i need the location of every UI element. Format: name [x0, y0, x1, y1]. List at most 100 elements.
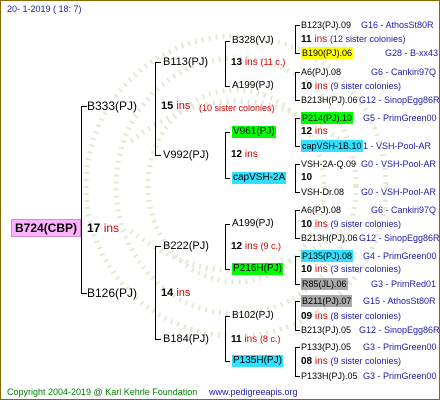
ins-count: 10	[301, 219, 313, 230]
g4-queen-name[interactable]: P133(PJ).05	[301, 341, 351, 353]
connector	[155, 339, 161, 340]
ins-label: ins	[244, 334, 258, 345]
g4-queen-name[interactable]: P135(PJ).08	[301, 250, 354, 262]
connector	[225, 86, 230, 87]
ins-count: 15	[161, 100, 174, 112]
g4-queen-name[interactable]: B211(PJ).07	[301, 295, 353, 307]
g3-ins: 10 ins (3 sister colonies)	[301, 263, 401, 276]
ins-count: 11	[301, 34, 312, 45]
sister-colonies-note: (9 sister colonies)	[330, 219, 402, 229]
g2-queen-name[interactable]: B113(PJ)	[163, 56, 208, 69]
sister-colonies-note: (9 c.)	[260, 241, 281, 251]
connector	[155, 62, 161, 63]
g4-line-info: G0 - VSH-Pool-AR	[361, 187, 437, 197]
connector	[225, 224, 226, 269]
connector	[295, 301, 300, 302]
connector	[155, 155, 161, 156]
connector	[225, 361, 230, 362]
g4-line-info: G12 - SinopEgg86R	[359, 325, 440, 335]
connector	[225, 41, 230, 42]
g4-queen-name[interactable]: B123(PJ).09	[301, 19, 351, 31]
g4-queen-name[interactable]: A6(PJ).08	[301, 66, 341, 78]
ins-label: ins	[244, 57, 258, 68]
ins-count: 10	[301, 264, 313, 275]
g4-queen-name[interactable]: B190(PJ).06	[301, 47, 354, 59]
g3-queen-name[interactable]: P135H(PJ)	[232, 355, 283, 367]
g2-ins: 12 ins (9 c.)	[231, 240, 281, 253]
g4-line-info: G6 - Cankiri97Q	[371, 205, 437, 215]
ins-count: 12	[231, 241, 243, 252]
connector	[225, 41, 226, 86]
footer-copyright: Copyright 2004-2019 @ Karl Kehrle Founda…	[7, 387, 198, 397]
g2-queen-name[interactable]: V992(PJ)	[163, 149, 209, 162]
g4-queen-name[interactable]: P133H(PJ).05	[301, 370, 358, 382]
g3-queen-name[interactable]: V961(PJ)	[232, 126, 276, 138]
g4-line-info: G5 - PrimGreen00	[363, 113, 437, 123]
ins-count: 13	[231, 57, 243, 68]
ins-label: ins	[176, 287, 191, 299]
connector	[295, 210, 300, 211]
g3-ins: 09 ins (8 sister colonies)	[301, 310, 401, 323]
g4-queen-name[interactable]: R85(JL).06	[301, 278, 348, 290]
ins-count: 12	[301, 126, 313, 137]
sister-colonies-note: (9 sister colonies)	[330, 356, 402, 366]
g4-queen-name[interactable]: capVSH-1B.10	[301, 140, 363, 152]
g1-ins: 14 ins	[161, 287, 190, 299]
footer-site-link[interactable]: www.pedigreeapis.org	[209, 386, 298, 398]
g1-queen-name[interactable]: B126(PJ)	[87, 286, 137, 300]
g4-queen-name[interactable]: B213H(PJ).06	[301, 94, 358, 106]
ins-count: 17	[87, 221, 101, 235]
connector	[225, 132, 226, 178]
g4-queen-name[interactable]: VSH-2A-Q.09	[301, 158, 356, 170]
ins-label: ins	[314, 219, 328, 230]
g4-line-info: G4 - PrimGreen00	[363, 251, 437, 261]
connector	[295, 256, 300, 257]
connector	[155, 246, 161, 247]
g2-ins: 13 ins (11 c.)	[231, 56, 285, 69]
g4-line-info: G12 - SinopEgg86R	[359, 233, 440, 243]
g3-ins: 10	[301, 172, 312, 184]
connector	[225, 269, 230, 270]
g3-queen-name[interactable]: B328(VJ)	[232, 35, 274, 47]
ins-label: ins	[314, 34, 328, 45]
g4-queen-name[interactable]: B213H(PJ).06	[301, 232, 358, 244]
g3-queen-name[interactable]: A199(PJ)	[232, 218, 274, 230]
g3-ins: 08 ins (9 sister colonies)	[301, 355, 401, 368]
g3-ins: 11 ins (12 sister colonies)	[301, 33, 405, 46]
root-ins: 17 ins	[87, 221, 119, 235]
g2-ins: 11 ins (8 c.)	[231, 333, 280, 346]
ins-label: ins	[314, 264, 328, 275]
sister-colonies-note: (3 sister colonies)	[330, 264, 402, 274]
ins-label: ins	[314, 126, 328, 137]
g3-queen-name[interactable]: P216H(PJ)	[232, 263, 283, 275]
g1-queen-name[interactable]: B333(PJ)	[87, 99, 137, 113]
ins-count: 08	[301, 356, 313, 367]
ins-label: ins	[314, 356, 328, 367]
g4-line-info: G15 - AthosSt80R	[363, 296, 436, 306]
ins-label: ins	[244, 241, 258, 252]
connector	[295, 118, 296, 146]
g4-queen-name[interactable]: A6(PJ).08	[301, 204, 341, 216]
g3-queen-name[interactable]: capVSH-2A	[232, 172, 287, 184]
g4-queen-name[interactable]: B213(PJ).05	[301, 324, 351, 336]
sister-colonies-note: (11 c.)	[260, 57, 286, 67]
sister-colonies-note: (9 sister colonies)	[330, 81, 402, 91]
g3-queen-name[interactable]: A199(PJ)	[232, 80, 274, 92]
connector	[295, 100, 300, 101]
sister-colonies-note: (8 sister colonies)	[330, 311, 402, 321]
ins-count: 14	[161, 287, 174, 299]
g4-queen-name[interactable]: VSH-Dr.08	[301, 186, 344, 198]
connector	[81, 106, 82, 294]
connector	[225, 316, 226, 361]
g2-queen-name[interactable]: B222(PJ)	[163, 240, 209, 253]
connector	[295, 376, 300, 377]
g4-line-info: G16 - AthosSt80R	[361, 20, 434, 30]
g3-queen-name[interactable]: B102(PJ)	[232, 310, 274, 322]
root-queen[interactable]: B724(CBP)	[11, 219, 82, 237]
connector	[155, 62, 156, 155]
connector	[295, 25, 300, 26]
g4-queen-name[interactable]: P214(PJ).10	[301, 112, 354, 124]
connector	[155, 246, 156, 339]
connector	[295, 330, 300, 331]
g2-queen-name[interactable]: B184(PJ)	[163, 333, 209, 346]
